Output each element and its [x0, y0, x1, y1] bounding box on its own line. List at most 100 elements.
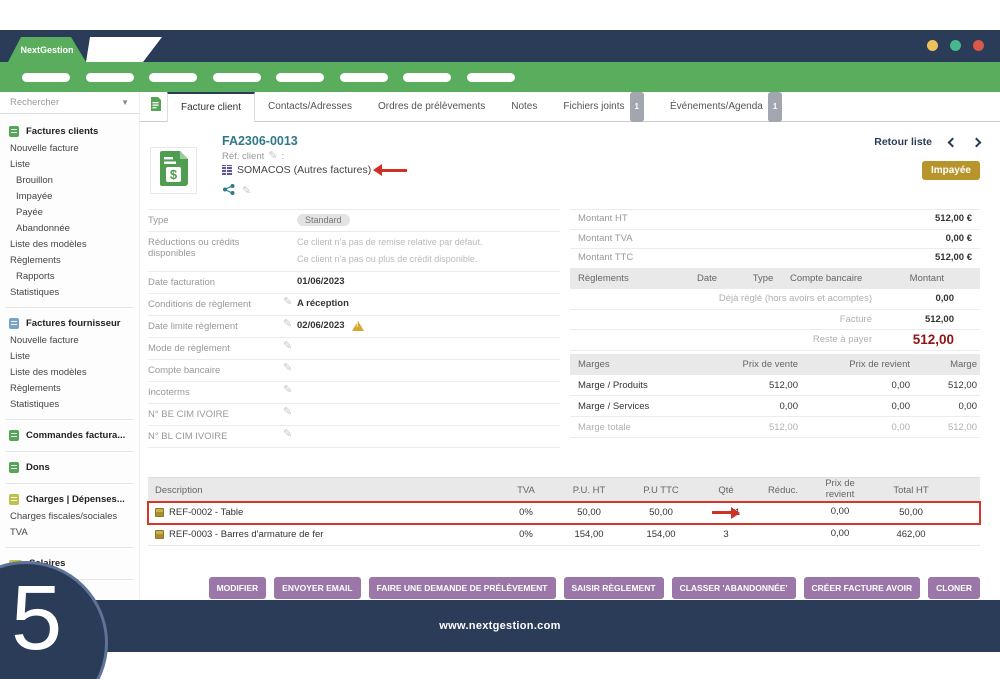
secondary-tab-shape	[86, 37, 162, 62]
line-item-row[interactable]: REF-0003 - Barres d'armature de fer0%154…	[148, 524, 980, 546]
modifier-button[interactable]: MODIFIER	[209, 577, 267, 599]
line-item-row[interactable]: REF-0002 - Table0%50,0050,0010,0050,00	[148, 502, 980, 524]
item-qty: 1	[698, 507, 754, 518]
item-prix-revient: 0,00	[812, 507, 868, 518]
margin-prix-revient: 0,00	[798, 401, 910, 412]
margin-prix-vente: 0,00	[683, 401, 798, 412]
sidebar-section-label: Dons	[26, 462, 50, 473]
sidebar-item-statistiques[interactable]: Statistiques	[0, 397, 139, 413]
client-line: SOMACOS (Autres factures)	[222, 164, 407, 176]
invoice-icon: $	[160, 151, 188, 191]
sidebar-item-brouillon[interactable]: Brouillon	[0, 173, 139, 189]
edit-pencil-icon[interactable]: ✎	[283, 298, 292, 307]
sidebar-item-tva[interactable]: TVA	[0, 525, 139, 541]
sidebar-item-rapports[interactable]: Rapports	[0, 269, 139, 285]
item-description: REF-0002 - Table	[148, 507, 498, 518]
nav-menu-pill[interactable]	[276, 73, 324, 82]
edit-pencil-icon[interactable]: ✎	[283, 320, 292, 329]
invoice-details-table: TypeStandardRéductions ou crédits dispon…	[148, 209, 560, 448]
nav-menu-pill[interactable]	[213, 73, 261, 82]
sidebar-section-factures-fournisseur[interactable]: Factures fournisseur	[0, 314, 139, 333]
sidebar-item-statistiques[interactable]: Statistiques	[0, 285, 139, 301]
sidebar-item-nouvelle-facture[interactable]: Nouvelle facture	[0, 141, 139, 157]
title-bar: NextGestion	[0, 30, 1000, 62]
warning-icon	[352, 321, 364, 331]
header-qte: Qté	[698, 485, 754, 496]
detail-label: Date facturation	[148, 276, 283, 288]
tab-ordres-de-prélèvements[interactable]: Ordres de prélèvements	[365, 92, 498, 121]
edit-client-pencil-icon[interactable]: ✎	[242, 187, 251, 196]
edit-pencil-icon[interactable]: ✎	[283, 386, 292, 395]
sidebar-item-liste-des-modèles[interactable]: Liste des modèles	[0, 237, 139, 253]
sidebar-item-abandonnée[interactable]: Abandonnée	[0, 221, 139, 237]
detail-row-n-be-cim-ivoire: N° BE CIM IVOIRE✎	[148, 404, 560, 426]
chevron-left-icon[interactable]	[948, 137, 958, 147]
detail-label: Compte bancaire	[148, 364, 283, 376]
detail-label: Type	[148, 214, 283, 226]
red-dot[interactable]	[973, 40, 984, 51]
chevron-right-icon[interactable]	[972, 137, 982, 147]
yellow-dot[interactable]	[927, 40, 938, 51]
nav-menu-pill[interactable]	[340, 73, 388, 82]
cloner-button[interactable]: CLONER	[928, 577, 980, 599]
sidebar-item-liste[interactable]: Liste	[0, 349, 139, 365]
nav-menu-pill[interactable]	[86, 73, 134, 82]
retour-liste-link[interactable]: Retour liste	[874, 136, 932, 148]
app-logo[interactable]: NextGestion	[8, 37, 86, 62]
search-input[interactable]: Rechercher ▼	[0, 92, 139, 114]
payments-header-reglements: Règlements	[570, 273, 678, 284]
header-pu-ttc: P.U TTC	[624, 485, 698, 496]
muted-note: Ce client n'a pas ou plus de crédit disp…	[297, 253, 560, 266]
tab-facture-client[interactable]: Facture client	[167, 92, 255, 122]
status-badge: Impayée	[922, 161, 980, 180]
sidebar-item-règlements[interactable]: Règlements	[0, 253, 139, 269]
detail-row-date-facturation: Date facturation01/06/2023	[148, 272, 560, 294]
sidebar-item-payée[interactable]: Payée	[0, 205, 139, 221]
sidebar-section-factures-clients[interactable]: Factures clients	[0, 122, 139, 141]
detail-value-text: 02/06/2023	[297, 320, 345, 331]
item-description-text: REF-0003 - Barres d'armature de fer	[169, 529, 323, 540]
edit-pencil-icon[interactable]: ✎	[283, 408, 292, 417]
classer-abandonnée-button[interactable]: CLASSER 'ABANDONNÉE'	[672, 577, 796, 599]
tab-contacts-adresses[interactable]: Contacts/Adresses	[255, 92, 365, 121]
edit-ref-pencil-icon[interactable]: ✎	[268, 152, 277, 161]
chevron-down-icon[interactable]: ▼	[121, 98, 129, 107]
margin-prix-revient: 0,00	[798, 380, 910, 391]
expenses-icon	[9, 494, 19, 505]
tab-fichiers-joints[interactable]: Fichiers joints1	[550, 92, 657, 121]
green-dot[interactable]	[950, 40, 961, 51]
envoyer-email-button[interactable]: ENVOYER EMAIL	[274, 577, 360, 599]
faire-une-demande-de-prélèvement-button[interactable]: FAIRE UNE DEMANDE DE PRÉLÈVEMENT	[369, 577, 556, 599]
sidebar-item-charges-fiscales-sociales[interactable]: Charges fiscales/sociales	[0, 509, 139, 525]
relations-icon[interactable]	[222, 182, 235, 200]
edit-pencil-icon[interactable]: ✎	[283, 342, 292, 351]
sidebar-item-impayée[interactable]: Impayée	[0, 189, 139, 205]
client-name-link[interactable]: SOMACOS (Autres factures)	[237, 164, 371, 176]
item-total-ht: 50,00	[868, 507, 954, 518]
sidebar-item-règlements[interactable]: Règlements	[0, 381, 139, 397]
saisir-règlement-button[interactable]: SAISIR RÈGLEMENT	[564, 577, 664, 599]
red-arrow-left-annotation	[382, 169, 407, 172]
footer-url: www.nextgestion.com	[439, 620, 560, 632]
sidebar-section-dons[interactable]: Dons	[0, 458, 139, 477]
nav-menu-pill[interactable]	[22, 73, 70, 82]
sidebar-section-commandes-factura[interactable]: Commandes factura...	[0, 426, 139, 445]
sidebar-item-liste[interactable]: Liste	[0, 157, 139, 173]
margin-label: Marge / Services	[570, 401, 683, 412]
margin-marge: 512,00	[910, 380, 980, 391]
edit-pencil-icon[interactable]: ✎	[283, 430, 292, 439]
nav-menu-pill[interactable]	[149, 73, 197, 82]
sidebar-item-liste-des-modèles[interactable]: Liste des modèles	[0, 365, 139, 381]
detail-value-text: A réception	[297, 298, 349, 309]
nav-menu-pill[interactable]	[467, 73, 515, 82]
edit-pencil-icon[interactable]: ✎	[283, 364, 292, 373]
nav-menu-pill[interactable]	[403, 73, 451, 82]
margin-row-marge-services: Marge / Services0,000,000,00	[570, 396, 980, 417]
tab-événements-agenda[interactable]: Événements/Agenda1	[657, 92, 795, 121]
header-pu-ht: P.U. HT	[554, 485, 624, 496]
sidebar-item-nouvelle-facture[interactable]: Nouvelle facture	[0, 333, 139, 349]
tab-notes[interactable]: Notes	[498, 92, 550, 121]
créer-facture-avoir-button[interactable]: CRÉER FACTURE AVOIR	[804, 577, 921, 599]
detail-label: Réductions ou crédits disponibles	[148, 236, 283, 259]
sidebar-section-charges-dépenses[interactable]: Charges | Dépenses...	[0, 490, 139, 509]
